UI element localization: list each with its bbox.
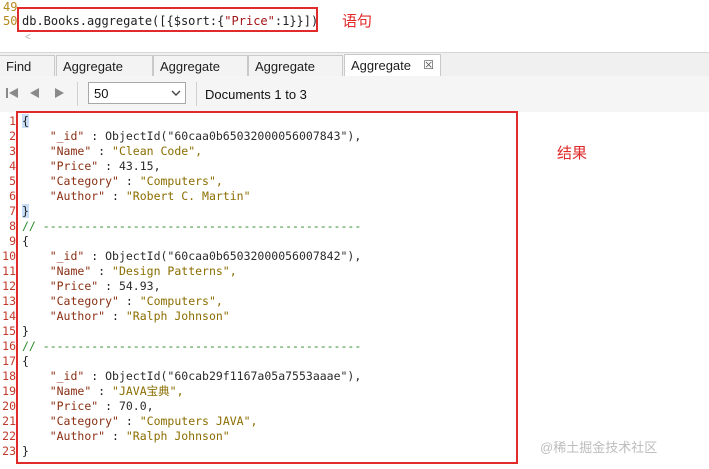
- line-number: 16: [2, 339, 16, 353]
- line-number: 22: [2, 429, 16, 443]
- tab-find[interactable]: Find: [0, 55, 55, 76]
- line-number: 19: [2, 384, 16, 398]
- first-page-icon[interactable]: [5, 86, 19, 100]
- watermark: @稀土掘金技术社区: [540, 440, 658, 455]
- line-number: 21: [2, 414, 16, 428]
- line-number: 5: [9, 174, 16, 188]
- toolbar-divider: [77, 82, 78, 106]
- line-number: 7: [9, 204, 16, 218]
- scroll-left-icon[interactable]: <: [25, 32, 31, 43]
- line-number: 20: [2, 399, 16, 413]
- page-size-value: 50: [94, 86, 109, 101]
- tab-aggregate-active[interactable]: Aggregate ☒: [344, 54, 441, 77]
- annotation-box: [16, 111, 518, 464]
- tab-aggregate[interactable]: Aggregate: [153, 55, 248, 76]
- tab-label: Aggregate: [160, 59, 220, 74]
- tab-label: Find: [6, 59, 32, 74]
- tab-label: Aggregate: [255, 59, 315, 74]
- line-number: 2: [9, 129, 16, 143]
- line-number: 1: [9, 114, 16, 128]
- annotation-box: [17, 7, 318, 32]
- document-range: Documents 1 to 3: [205, 87, 307, 102]
- page-size-select[interactable]: 50: [88, 82, 186, 104]
- line-number: 50: [3, 14, 18, 28]
- annotation-label: 语句: [342, 13, 373, 30]
- tab-aggregate[interactable]: Aggregate: [56, 55, 153, 76]
- line-number: 9: [9, 234, 16, 248]
- line-number: 13: [2, 294, 16, 308]
- previous-page-icon[interactable]: [28, 86, 42, 100]
- tab-aggregate[interactable]: Aggregate: [248, 55, 343, 76]
- line-number: 23: [2, 444, 16, 458]
- toolbar-divider: [196, 82, 197, 106]
- close-icon[interactable]: ☒: [423, 58, 434, 72]
- chevron-down-icon: [171, 90, 181, 96]
- tab-label: Aggregate: [351, 58, 411, 73]
- line-number: 4: [9, 159, 16, 173]
- line-number: 6: [9, 189, 16, 203]
- line-number: 14: [2, 309, 16, 323]
- tab-strip: Find Aggregate Aggregate Aggregate Aggre…: [0, 52, 709, 77]
- tab-label: Aggregate: [63, 59, 123, 74]
- line-number: 3: [9, 144, 16, 158]
- results-toolbar: 50 Documents 1 to 3: [0, 76, 709, 113]
- line-number: 15: [2, 324, 16, 338]
- line-number: 11: [2, 264, 16, 278]
- line-number: 49: [3, 0, 18, 14]
- line-number: 12: [2, 279, 16, 293]
- line-number: 10: [2, 249, 16, 263]
- line-number: 18: [2, 369, 16, 383]
- line-number: 17: [2, 354, 16, 368]
- line-number: 8: [9, 219, 16, 233]
- query-editor[interactable]: 49 50 db.Books.aggregate([{$sort:{"Price…: [0, 0, 709, 50]
- next-page-icon[interactable]: [52, 86, 66, 100]
- annotation-label: 结果: [557, 145, 588, 162]
